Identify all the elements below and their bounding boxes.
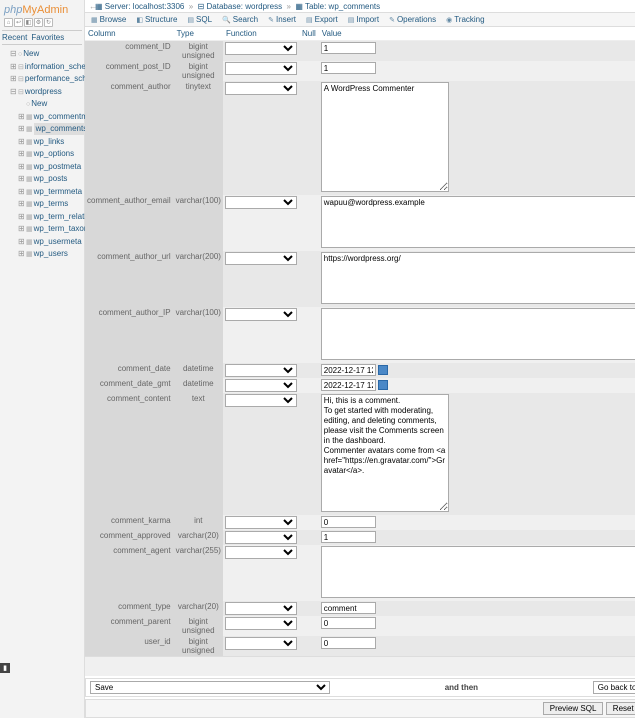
function-select[interactable]	[225, 62, 297, 75]
save-select[interactable]: Save	[90, 681, 330, 694]
calendar-icon[interactable]	[378, 380, 388, 390]
row-label: comment_author_IP	[85, 307, 174, 363]
tab-sql[interactable]: ▤SQL	[185, 13, 214, 26]
function-select[interactable]	[225, 252, 297, 265]
col-null: Null	[299, 27, 319, 41]
function-select[interactable]	[225, 394, 297, 407]
tree-table[interactable]: wp_links	[34, 137, 65, 146]
function-select[interactable]	[225, 82, 297, 95]
tab-structure[interactable]: ◧Structure	[134, 13, 179, 26]
function-select[interactable]	[225, 637, 297, 650]
tree-new[interactable]: New	[23, 49, 39, 58]
function-select[interactable]	[225, 364, 297, 377]
function-select[interactable]	[225, 546, 297, 559]
value-input[interactable]	[321, 637, 376, 649]
value-input[interactable]	[321, 531, 376, 543]
col-column: Column	[85, 27, 174, 41]
recent-tab[interactable]: Recent	[2, 33, 27, 42]
row-label: comment_author	[85, 81, 174, 195]
value-input[interactable]	[321, 62, 376, 74]
value-input[interactable]	[321, 516, 376, 528]
tab-browse[interactable]: ▦Browse	[89, 13, 128, 26]
value-input[interactable]	[321, 364, 376, 376]
nav-toolbar: ⌂ ↩ ◧ ⚙ ↻	[2, 18, 82, 30]
tree-table[interactable]: wp_postmeta	[34, 162, 82, 171]
function-select[interactable]	[225, 308, 297, 321]
row-label: comment_type	[85, 601, 174, 616]
insert-form: Column Type Function Null Value comment_…	[85, 27, 635, 656]
row-label: comment_ID	[85, 41, 174, 62]
and-then-label: and then	[445, 683, 478, 692]
server-crumb[interactable]: Server: localhost:3306	[105, 2, 185, 11]
function-select[interactable]	[225, 42, 297, 55]
row-label: comment_author_url	[85, 251, 174, 307]
row-label: comment_karma	[85, 515, 174, 530]
tab-import[interactable]: ▤Import	[346, 13, 381, 26]
settings-icon[interactable]: ⚙	[34, 18, 43, 27]
tab-export[interactable]: ▤Export	[304, 13, 340, 26]
tab-tracking[interactable]: ◉Tracking	[444, 13, 487, 26]
tree-table[interactable]: wp_terms	[34, 199, 69, 208]
value-textarea[interactable]	[321, 308, 635, 360]
tree-table[interactable]: wp_options	[34, 149, 74, 158]
tree-table[interactable]: wp_posts	[34, 174, 68, 183]
tab-search[interactable]: 🔍Search	[220, 13, 260, 26]
function-select[interactable]	[225, 617, 297, 630]
col-value: Value	[319, 27, 635, 41]
reset-button[interactable]: Reset	[606, 702, 635, 715]
table-crumb[interactable]: Table: wp_comments	[305, 2, 380, 11]
row-label: comment_content	[85, 393, 174, 515]
home-icon[interactable]: ⌂	[4, 18, 13, 27]
row-label: comment_approved	[85, 530, 174, 545]
row-label: comment_date_gmt	[85, 378, 174, 393]
logo: phpMyAdmin	[2, 2, 82, 18]
logout-icon[interactable]: ↩	[14, 18, 23, 27]
calendar-icon[interactable]	[378, 365, 388, 375]
after-insert-select[interactable]: Go back to previous page	[593, 681, 635, 694]
navigation-panel: phpMyAdmin ⌂ ↩ ◧ ⚙ ↻ Recent Favorites ⊟○…	[0, 0, 85, 718]
tree-table[interactable]: wp_usermeta	[34, 237, 82, 246]
tree-table[interactable]: wp_comments	[34, 123, 90, 135]
row-label: comment_parent	[85, 616, 174, 636]
value-textarea[interactable]: A WordPress Commenter	[321, 82, 449, 192]
tree-table[interactable]: wp_termmeta	[34, 187, 82, 196]
console-icon[interactable]: ▮	[0, 663, 10, 673]
function-select[interactable]	[225, 196, 297, 209]
preview-sql-button[interactable]: Preview SQL	[543, 702, 604, 715]
reload-icon[interactable]: ↻	[44, 18, 53, 27]
value-textarea[interactable]: https://wordpress.org/	[321, 252, 635, 304]
tree-table[interactable]: wp_users	[34, 249, 68, 258]
breadcrumb: ← ▦ Server: localhost:3306 » ⊟ Database:…	[85, 0, 635, 13]
value-textarea[interactable]	[321, 546, 635, 598]
value-input[interactable]	[321, 42, 376, 54]
tree-new[interactable]: New	[31, 99, 47, 108]
database-crumb[interactable]: Database: wordpress	[207, 2, 283, 11]
tab-insert[interactable]: ✎Insert	[266, 13, 298, 26]
function-select[interactable]	[225, 516, 297, 529]
row-label: comment_author_email	[85, 195, 174, 251]
function-select[interactable]	[225, 602, 297, 615]
tree-db[interactable]: wordpress	[25, 87, 62, 96]
function-select[interactable]	[225, 379, 297, 392]
tab-operations[interactable]: ✎Operations	[387, 13, 438, 26]
col-type: Type	[174, 27, 223, 41]
col-function: Function	[223, 27, 299, 41]
row-label: comment_post_ID	[85, 61, 174, 81]
row-label: comment_agent	[85, 545, 174, 601]
main-content: ← ▦ Server: localhost:3306 » ⊟ Database:…	[85, 0, 635, 718]
value-input[interactable]	[321, 617, 376, 629]
value-input[interactable]	[321, 602, 376, 614]
value-textarea[interactable]: Hi, this is a comment. To get started wi…	[321, 394, 449, 512]
tabbar: ▦Browse ◧Structure ▤SQL 🔍Search ✎Insert …	[85, 13, 635, 27]
docs-icon[interactable]: ◧	[24, 18, 33, 27]
row-label: comment_date	[85, 363, 174, 378]
value-textarea[interactable]: wapuu@wordpress.example	[321, 196, 635, 248]
value-input[interactable]	[321, 379, 376, 391]
function-select[interactable]	[225, 531, 297, 544]
row-label: user_id	[85, 636, 174, 656]
db-tree: ⊟○New ⊞⊟information_schema ⊞⊟performance…	[2, 45, 82, 261]
favorites-tab[interactable]: Favorites	[31, 33, 64, 42]
